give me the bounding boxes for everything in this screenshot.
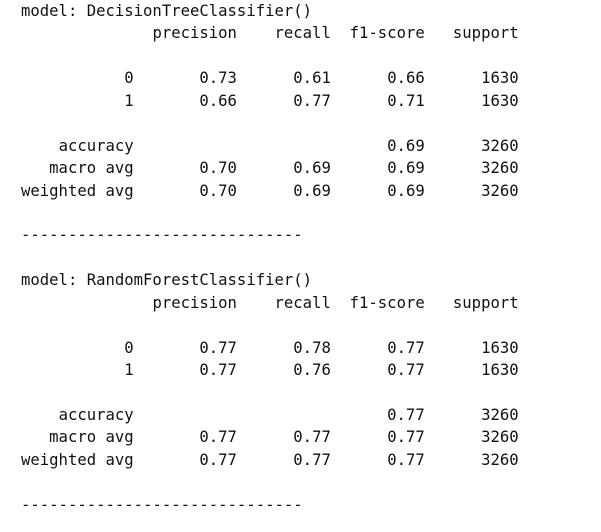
model-line: model: DecisionTreeClassifier() [21,2,313,20]
accuracy-label: accuracy [58,136,134,155]
f1-score-header: f1-score [349,24,425,43]
separator-line: ------------------------------ [21,495,303,514]
macro-avg-label: macro avg [49,428,134,447]
precision-cell: 0.77 [199,338,237,357]
recall-cell: 0.61 [293,69,331,88]
report-header-row: precision recall f1-score support [21,22,519,44]
precision-cell: 0.73 [199,69,237,88]
macro-avg-row: macro avg 0.77 0.77 0.77 3260 [21,426,519,448]
support-cell: 3260 [481,428,519,447]
notebook-output: model: DecisionTreeClassifier() precisio… [21,0,519,516]
support-cell: 3260 [481,450,519,469]
f1-cell: 0.77 [387,405,425,424]
precision-cell: 0.77 [199,428,237,447]
f1-cell: 0.77 [387,361,425,379]
f1-cell: 0.69 [387,181,425,200]
class-label: 0 [124,69,134,88]
weighted-avg-label: weighted avg [21,181,134,200]
macro-avg-label: macro avg [49,159,134,178]
f1-cell: 0.77 [387,338,425,357]
recall-cell: 0.69 [293,159,331,178]
accuracy-label: accuracy [58,405,134,424]
recall-cell: 0.78 [293,338,331,357]
model-line: model: RandomForestClassifier() [21,271,313,290]
f1-cell: 0.77 [387,428,425,447]
weighted-avg-label: weighted avg [21,450,134,469]
class-row: 0 0.73 0.61 0.66 1630 [21,67,519,89]
accuracy-row: accuracy 0.77 3260 [21,404,519,426]
recall-cell: 0.77 [293,428,331,447]
precision-cell: 0.66 [199,91,237,110]
macro-avg-row: macro avg 0.70 0.69 0.69 3260 [21,157,519,179]
recall-header: recall [274,24,331,43]
support-cell: 3260 [481,181,519,200]
accuracy-row: accuracy 0.69 3260 [21,135,519,157]
recall-header: recall [274,293,331,312]
support-cell: 3260 [481,136,519,155]
recall-cell: 0.76 [293,361,331,379]
precision-header: precision [152,24,237,43]
f1-score-header: f1-score [349,293,425,312]
report-header-row: precision recall f1-score support [21,292,519,314]
precision-cell: 0.77 [199,361,237,379]
f1-cell: 0.69 [387,159,425,178]
class-label: 1 [124,91,134,110]
f1-cell: 0.69 [387,136,425,155]
support-cell: 1630 [481,361,519,379]
f1-cell: 0.71 [387,91,425,110]
f1-cell: 0.77 [387,450,425,469]
precision-header: precision [152,293,237,312]
support-cell: 1630 [481,69,519,88]
weighted-avg-row: weighted avg 0.70 0.69 0.69 3260 [21,180,519,202]
class-label: 0 [124,338,134,357]
recall-cell: 0.77 [293,450,331,469]
precision-cell: 0.77 [199,450,237,469]
precision-cell: 0.70 [199,159,237,178]
support-cell: 3260 [481,159,519,178]
class-label: 1 [124,361,134,379]
precision-cell: 0.70 [199,181,237,200]
support-header: support [452,24,519,43]
class-row: 1 0.66 0.77 0.71 1630 [21,90,519,112]
support-cell: 1630 [481,338,519,357]
support-cell: 3260 [481,405,519,424]
class-row: 1 0.77 0.76 0.77 1630 [21,359,519,381]
weighted-avg-row: weighted avg 0.77 0.77 0.77 3260 [21,449,519,471]
recall-cell: 0.77 [293,91,331,110]
f1-cell: 0.66 [387,69,425,88]
support-header: support [452,293,519,312]
support-cell: 1630 [481,91,519,110]
class-row: 0 0.77 0.78 0.77 1630 [21,337,519,359]
separator-line: ------------------------------ [21,226,303,245]
recall-cell: 0.69 [293,181,331,200]
